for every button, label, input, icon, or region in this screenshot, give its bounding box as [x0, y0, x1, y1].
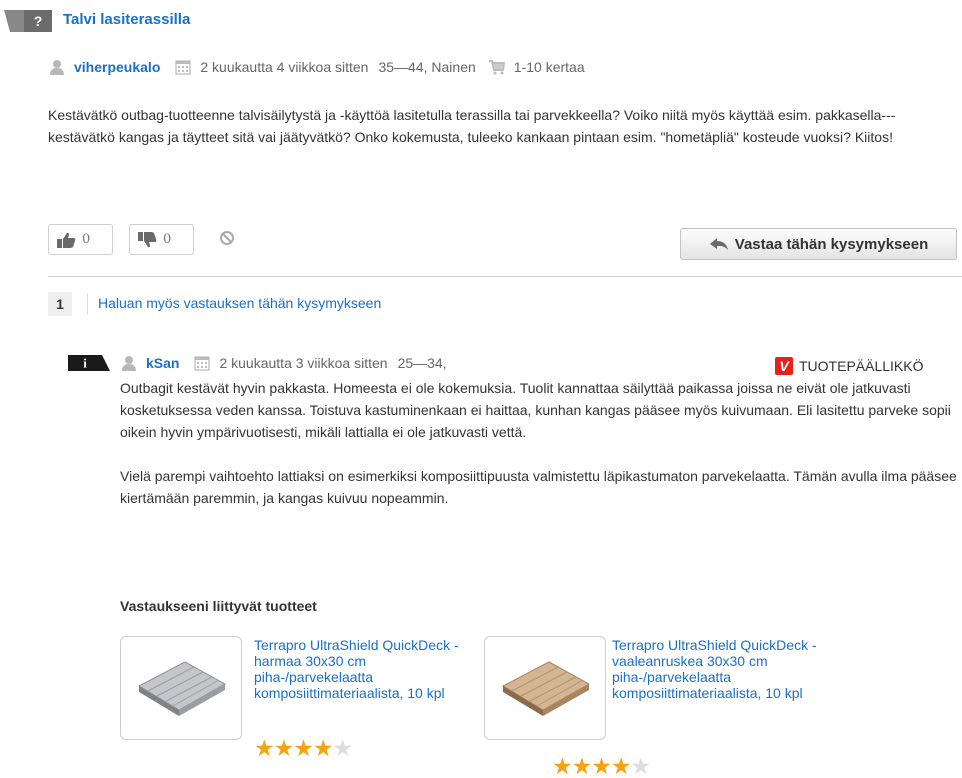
reply-arrow-icon — [709, 238, 728, 250]
cart-icon — [488, 58, 506, 76]
want-answer-count: 1 — [48, 292, 72, 316]
user-icon — [48, 58, 66, 76]
product-tile-image — [501, 661, 591, 716]
answer-author[interactable]: kSan — [146, 355, 179, 371]
vote-down-count: 0 — [163, 232, 172, 247]
product-rating-2: ★★★★★ — [552, 753, 651, 778]
vote-up-count: 0 — [82, 232, 91, 247]
related-products-title: Vastaukseeni liittyvät tuotteet — [120, 598, 317, 614]
product-rating-1: ★★★★★ — [254, 735, 353, 761]
thumbs-up-icon — [57, 232, 76, 248]
answer-info-glyph: i — [83, 356, 87, 371]
product-name-1[interactable]: Terrapro UltraShield QuickDeck - harmaa … — [254, 637, 464, 701]
product-name-2[interactable]: Terrapro UltraShield QuickDeck - vaalean… — [612, 637, 822, 701]
divider — [48, 276, 962, 277]
verkkokauppa-logo: V — [775, 357, 793, 375]
answer-question-button[interactable]: Vastaa tähän kysymykseen — [680, 228, 957, 260]
product-tile-image — [137, 661, 227, 716]
question-badge: ? — [0, 10, 52, 32]
question-body: Kestävätkö outbag-tuotteenne talvisäilyt… — [48, 107, 896, 145]
answer-body: Outbagit kestävät hyvin pakkasta. Homees… — [120, 377, 962, 531]
answer-paragraph-1: Outbagit kestävät hyvin pakkasta. Homees… — [120, 380, 951, 440]
want-answer-link[interactable]: Haluan myös vastauksen tähän kysymykseen — [98, 295, 381, 311]
thumbs-down-icon — [138, 231, 157, 247]
question-author[interactable]: viherpeukalo — [74, 59, 160, 75]
report-icon[interactable] — [219, 230, 235, 246]
answer-info-badge: i — [68, 355, 110, 371]
question-demographics: 35—44, Nainen — [378, 59, 476, 75]
want-answer-separator — [87, 293, 88, 315]
question-meta: viherpeukalo 2 kuukautta 4 viikkoa sitte… — [48, 57, 585, 77]
product-thumbnail-1[interactable] — [120, 636, 242, 740]
answer-role-label: TUOTEPÄÄLLIKKÖ — [799, 358, 924, 374]
calendar-icon — [174, 58, 192, 76]
question-title[interactable]: Talvi lasiterassilla — [63, 11, 190, 28]
answer-meta: kSan 2 kuukautta 3 viikkoa sitten 25—34, — [120, 353, 447, 373]
vote-up-button[interactable]: 0 — [48, 224, 113, 255]
answer-demographics: 25—34, — [397, 355, 447, 371]
user-icon — [120, 354, 138, 372]
answer-role: V TUOTEPÄÄLLIKKÖ — [775, 356, 923, 376]
vote-down-button[interactable]: 0 — [129, 224, 194, 255]
question-purchases: 1-10 kertaa — [513, 59, 585, 75]
product-thumbnail-2[interactable] — [484, 636, 606, 740]
answer-question-label: Vastaa tähän kysymykseen — [734, 235, 929, 253]
answer-paragraph-2: Vielä parempi vaihtoehto lattiaksi on es… — [120, 468, 957, 506]
answer-date: 2 kuukautta 3 viikkoa sitten — [219, 355, 388, 371]
question-date: 2 kuukautta 4 viikkoa sitten — [200, 59, 369, 75]
question-badge-glyph: ? — [34, 13, 43, 29]
calendar-icon — [193, 354, 211, 372]
